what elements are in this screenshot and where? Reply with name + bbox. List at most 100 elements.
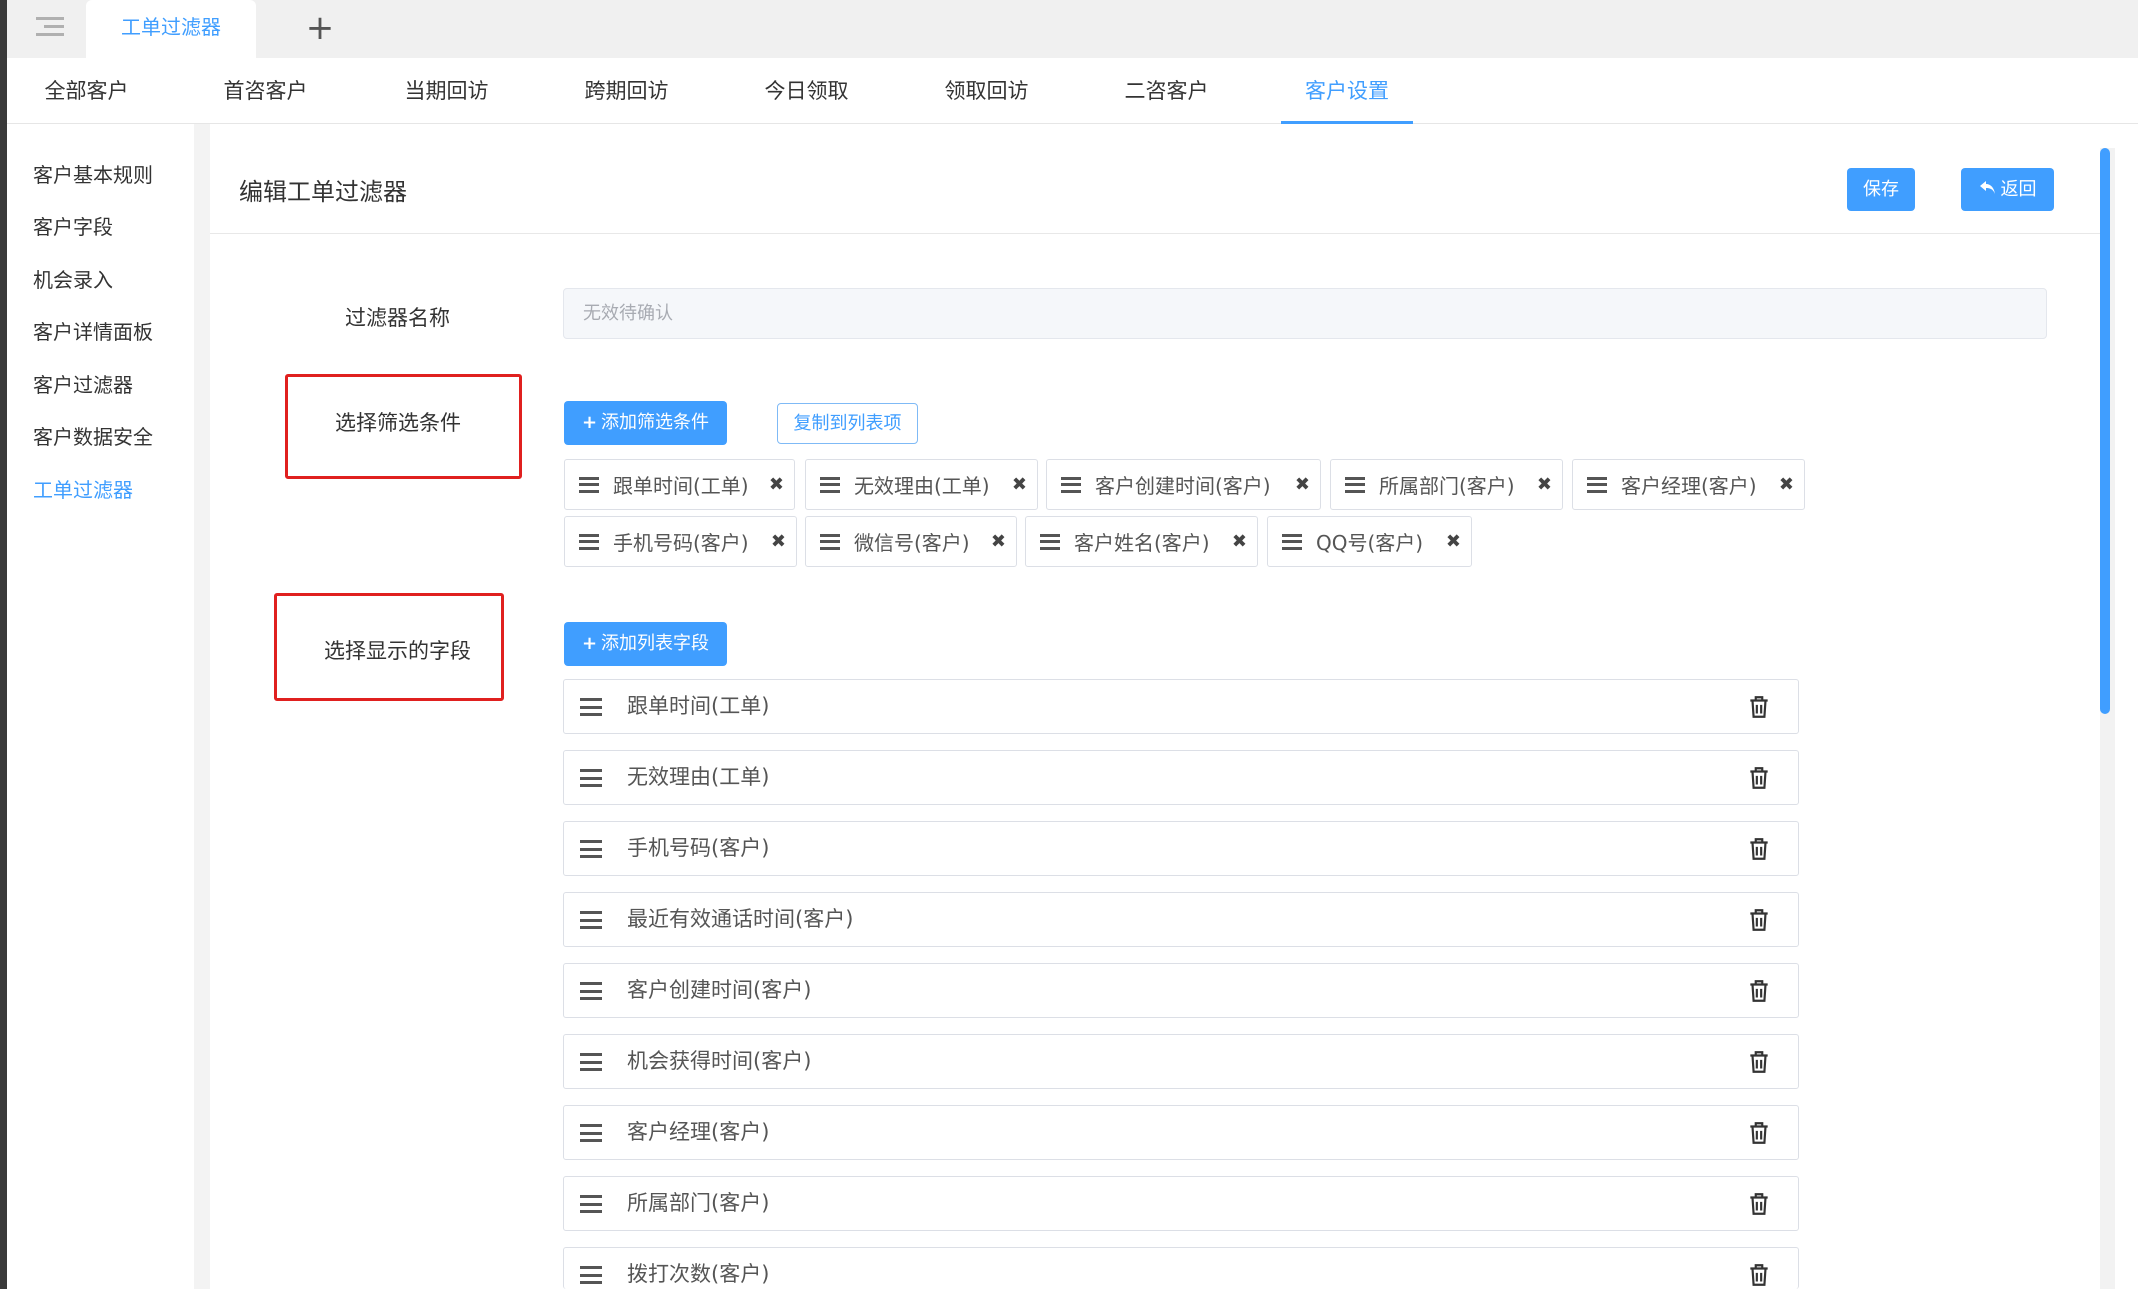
drag-handle-icon[interactable]: [580, 911, 602, 929]
drag-handle-icon[interactable]: [1282, 533, 1302, 550]
drag-handle-icon[interactable]: [580, 840, 602, 858]
page-title: 编辑工单过滤器: [239, 178, 407, 206]
field-row-label: 跟单时间(工单): [627, 694, 770, 718]
drag-handle-icon[interactable]: [580, 769, 602, 787]
nav-customer-settings[interactable]: 客户设置: [1281, 58, 1413, 124]
sidebar-item-customer-filter[interactable]: 客户过滤器: [33, 359, 133, 411]
field-row-label: 最近有效通话时间(客户): [627, 907, 854, 931]
trash-icon[interactable]: [1746, 978, 1772, 1004]
close-icon[interactable]: ✖: [1446, 531, 1461, 552]
save-button[interactable]: 保存: [1847, 168, 1915, 211]
nav-second-consult[interactable]: 二咨客户: [1115, 58, 1218, 124]
plus-icon: +: [581, 412, 598, 433]
filter-chip-label: 所属部门(客户): [1379, 474, 1515, 498]
content-gutter: [194, 124, 210, 1289]
drag-handle-icon[interactable]: [579, 533, 599, 550]
field-row-label: 客户经理(客户): [627, 1120, 770, 1144]
filter-chip[interactable]: 客户姓名(客户) ✖: [1025, 516, 1258, 567]
filter-chip-label: 客户经理(客户): [1621, 474, 1757, 498]
filter-chip[interactable]: 微信号(客户) ✖: [805, 516, 1017, 567]
drag-handle-icon[interactable]: [1345, 476, 1365, 493]
drag-handle-icon[interactable]: [580, 1124, 602, 1142]
drag-handle-icon[interactable]: [820, 476, 840, 493]
header-divider: [210, 233, 2100, 234]
back-button[interactable]: 返回: [1961, 168, 2054, 211]
sidebar-item-opportunity-entry[interactable]: 机会录入: [33, 254, 113, 306]
filter-chip[interactable]: QQ号(客户) ✖: [1267, 516, 1472, 567]
add-filter-condition-button[interactable]: + 添加筛选条件: [564, 401, 727, 445]
drag-handle-icon[interactable]: [579, 476, 599, 493]
sidebar-item-work-order-filter[interactable]: 工单过滤器: [33, 464, 133, 516]
nav-current-revisit[interactable]: 当期回访: [395, 58, 498, 124]
field-row-label: 无效理由(工单): [627, 765, 770, 789]
sidebar-item-customer-fields[interactable]: 客户字段: [33, 201, 113, 253]
nav-all-customers[interactable]: 全部客户: [35, 58, 138, 124]
tab-work-order-filter[interactable]: 工单过滤器: [86, 0, 256, 58]
drag-handle-icon[interactable]: [1040, 533, 1060, 550]
scrollbar-thumb[interactable]: [2100, 148, 2110, 714]
sidebar-item-data-security[interactable]: 客户数据安全: [33, 411, 153, 463]
drag-handle-icon[interactable]: [820, 533, 840, 550]
nav-first-consult[interactable]: 首咨客户: [214, 58, 317, 124]
close-icon[interactable]: ✖: [769, 474, 784, 495]
field-row[interactable]: 拨打次数(客户): [563, 1247, 1799, 1289]
filter-chip[interactable]: 无效理由(工单) ✖: [805, 459, 1038, 510]
field-row[interactable]: 所属部门(客户): [563, 1176, 1799, 1231]
close-icon[interactable]: ✖: [1232, 531, 1247, 552]
field-row[interactable]: 最近有效通话时间(客户): [563, 892, 1799, 947]
filter-chip[interactable]: 客户创建时间(客户) ✖: [1046, 459, 1321, 510]
field-row[interactable]: 机会获得时间(客户): [563, 1034, 1799, 1089]
copy-to-list-button[interactable]: 复制到列表项: [777, 403, 918, 444]
menu-collapse-icon[interactable]: [30, 8, 70, 44]
filter-chip[interactable]: 客户经理(客户) ✖: [1572, 459, 1805, 510]
nav-cross-period-revisit[interactable]: 跨期回访: [575, 58, 678, 124]
nav-today-claim[interactable]: 今日领取: [755, 58, 858, 124]
close-icon[interactable]: ✖: [1012, 474, 1027, 495]
add-filter-label: 添加筛选条件: [601, 412, 710, 433]
trash-icon[interactable]: [1746, 1049, 1772, 1075]
close-icon[interactable]: ✖: [1779, 474, 1794, 495]
drag-handle-icon[interactable]: [1587, 476, 1607, 493]
drag-handle-icon[interactable]: [580, 698, 602, 716]
trash-icon[interactable]: [1746, 694, 1772, 720]
close-icon[interactable]: ✖: [1295, 474, 1310, 495]
filter-name-input[interactable]: 无效待确认: [563, 288, 2047, 339]
sidebar-item-basic-rules[interactable]: 客户基本规则: [33, 149, 153, 201]
add-column-field-button[interactable]: + 添加列表字段: [564, 622, 727, 666]
drag-handle-icon[interactable]: [580, 982, 602, 1000]
filter-chip-label: 微信号(客户): [854, 531, 970, 555]
plus-icon: +: [581, 633, 598, 654]
window-edge: [0, 0, 7, 1289]
trash-icon[interactable]: [1746, 907, 1772, 933]
trash-icon[interactable]: [1746, 1191, 1772, 1217]
close-icon[interactable]: ✖: [991, 531, 1006, 552]
field-row[interactable]: 手机号码(客户): [563, 821, 1799, 876]
drag-handle-icon[interactable]: [580, 1195, 602, 1213]
field-row[interactable]: 客户创建时间(客户): [563, 963, 1799, 1018]
add-column-label: 添加列表字段: [601, 633, 710, 654]
filter-chip[interactable]: 跟单时间(工单) ✖: [564, 459, 795, 510]
drag-handle-icon[interactable]: [580, 1266, 602, 1284]
filter-chip-label: 客户创建时间(客户): [1095, 474, 1271, 498]
trash-icon[interactable]: [1746, 836, 1772, 862]
field-row[interactable]: 跟单时间(工单): [563, 679, 1799, 734]
field-row[interactable]: 客户经理(客户): [563, 1105, 1799, 1160]
trash-icon[interactable]: [1746, 765, 1772, 791]
drag-handle-icon[interactable]: [1061, 476, 1081, 493]
add-tab-icon[interactable]: +: [300, 6, 340, 50]
field-row[interactable]: 无效理由(工单): [563, 750, 1799, 805]
field-row-label: 所属部门(客户): [627, 1191, 770, 1215]
trash-icon[interactable]: [1746, 1262, 1772, 1288]
nav-claim-revisit[interactable]: 领取回访: [935, 58, 1038, 124]
undo-arrow-icon: [1979, 169, 1997, 212]
filter-chip[interactable]: 手机号码(客户) ✖: [564, 516, 797, 567]
filter-name-label: 过滤器名称: [345, 306, 450, 330]
sidebar-item-detail-panel[interactable]: 客户详情面板: [33, 306, 153, 358]
field-row-label: 机会获得时间(客户): [627, 1049, 812, 1073]
field-row-label: 拨打次数(客户): [627, 1262, 770, 1286]
drag-handle-icon[interactable]: [580, 1053, 602, 1071]
filter-chip[interactable]: 所属部门(客户) ✖: [1330, 459, 1563, 510]
close-icon[interactable]: ✖: [1537, 474, 1552, 495]
close-icon[interactable]: ✖: [771, 531, 786, 552]
trash-icon[interactable]: [1746, 1120, 1772, 1146]
